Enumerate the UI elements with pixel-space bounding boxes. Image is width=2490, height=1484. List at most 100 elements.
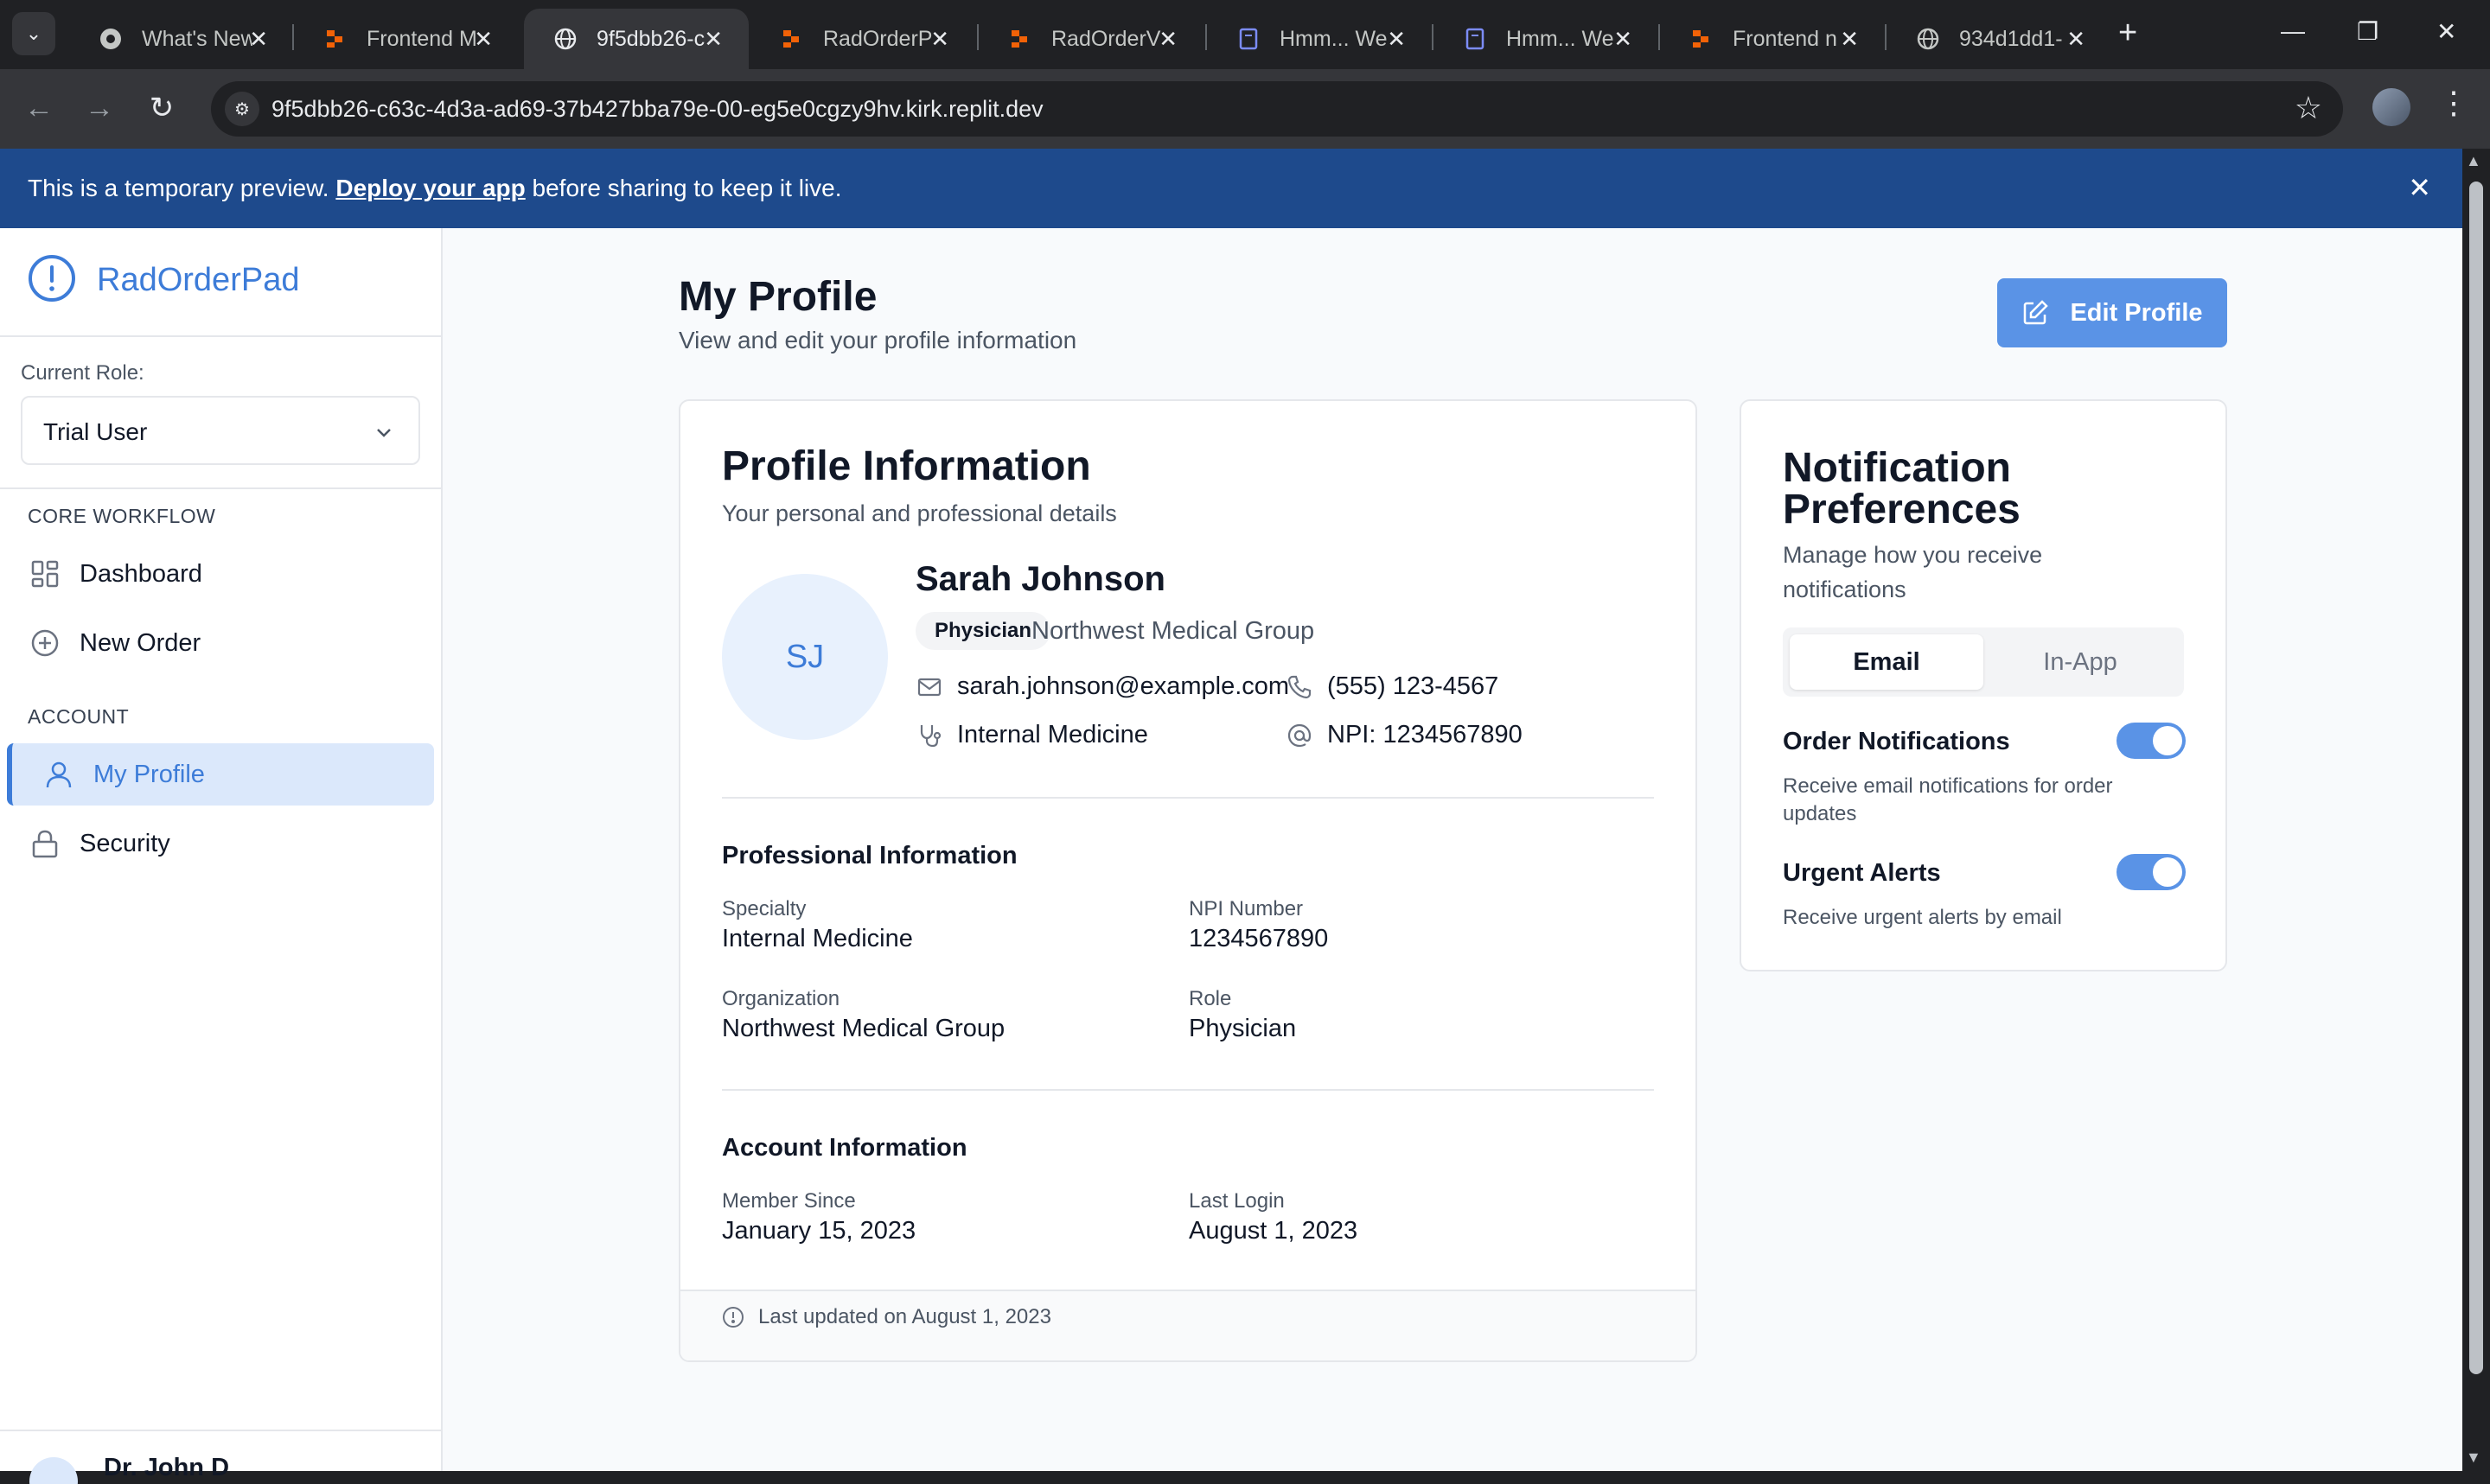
- urgent-alerts-toggle[interactable]: [2116, 854, 2186, 890]
- url-text[interactable]: 9f5dbb26-c63c-4d3a-ad69-37b427bba79e-00-…: [271, 96, 1044, 123]
- role-value: Physician: [1189, 1015, 1297, 1042]
- close-icon[interactable]: ✕: [2066, 26, 2085, 53]
- close-icon[interactable]: ✕: [930, 26, 949, 53]
- email-value: sarah.johnson@example.com: [957, 672, 1290, 700]
- toggle-knob: [2153, 726, 2182, 755]
- close-icon[interactable]: ✕: [2408, 171, 2431, 204]
- profile-organization: Northwest Medical Group: [1031, 617, 1315, 645]
- divider: [0, 487, 441, 489]
- scrollbar-thumb[interactable]: [2469, 182, 2483, 1374]
- role-badge: Physician: [916, 612, 1051, 650]
- role-select-value: Trial User: [43, 418, 148, 445]
- sidebar-item-new-order[interactable]: New Order: [7, 612, 434, 674]
- close-icon[interactable]: ✕: [704, 26, 723, 53]
- scroll-up-arrow-icon[interactable]: ▲: [2466, 152, 2481, 170]
- role-label: Role: [1189, 987, 1232, 1010]
- edit-profile-button[interactable]: Edit Profile: [1997, 278, 2227, 347]
- close-icon[interactable]: ✕: [474, 26, 493, 53]
- organization-value: Northwest Medical Group: [722, 1015, 1006, 1042]
- page-title: My Profile: [679, 274, 878, 320]
- tab-title: RadOrderP: [823, 26, 933, 51]
- bookmark-star-icon[interactable]: ☆: [2295, 90, 2322, 126]
- sidebar-item-security[interactable]: Security: [7, 812, 434, 875]
- window-close-button[interactable]: ✕: [2436, 17, 2456, 46]
- at-sign-icon: [1286, 722, 1313, 749]
- tab-search-button[interactable]: ⌄: [12, 12, 55, 55]
- replit-icon: [323, 27, 348, 51]
- browser-tab-active[interactable]: 9f5dbb26-c ✕: [524, 9, 749, 69]
- banner-text: This is a temporary preview. Deploy your…: [28, 175, 842, 202]
- close-icon[interactable]: ✕: [1613, 26, 1632, 53]
- replit-icon: [1689, 27, 1714, 51]
- tab-title: RadOrderV: [1051, 26, 1161, 51]
- divider: [722, 1089, 1654, 1091]
- browser-tab[interactable]: Hmm... We ✕: [1207, 9, 1432, 69]
- card-title-line1: Notification: [1783, 445, 2011, 491]
- restore-button[interactable]: ❐: [2357, 17, 2378, 46]
- urgent-alerts-title: Urgent Alerts: [1783, 859, 1941, 887]
- tab-title: What's New: [142, 26, 252, 51]
- avatar: [29, 1457, 78, 1484]
- reload-button[interactable]: ↻: [140, 86, 183, 130]
- browser-menu-icon[interactable]: ⋮: [2438, 85, 2469, 121]
- forward-button[interactable]: →: [78, 86, 121, 130]
- sidebar-item-my-profile[interactable]: My Profile: [7, 743, 434, 806]
- profile-name: Sarah Johnson: [916, 560, 1165, 598]
- tab-email[interactable]: Email: [1790, 634, 1983, 690]
- tab-title: Frontend n: [1733, 26, 1837, 51]
- sidebar-item-label: New Order: [80, 628, 201, 657]
- tab-title: Hmm... We: [1280, 26, 1388, 51]
- order-notifications-toggle[interactable]: [2116, 723, 2186, 759]
- phone-value: (555) 123-4567: [1327, 672, 1499, 700]
- new-tab-button[interactable]: +: [2118, 16, 2137, 50]
- sidebar-item-dashboard[interactable]: Dashboard: [7, 543, 434, 605]
- minimize-button[interactable]: —: [2281, 17, 2305, 45]
- deploy-app-link[interactable]: Deploy your app: [335, 175, 525, 201]
- close-icon[interactable]: ✕: [1840, 26, 1859, 53]
- doc-icon: [1236, 27, 1261, 51]
- address-bar[interactable]: ⚙ 9f5dbb26-c63c-4d3a-ad69-37b427bba79e-0…: [211, 81, 2343, 137]
- mail-icon: [916, 673, 943, 701]
- tab-title: Frontend M: [367, 26, 477, 51]
- profile-email: sarah.johnson@example.com: [916, 672, 1289, 701]
- browser-tab[interactable]: Frontend M ✕: [294, 9, 519, 69]
- card-subtitle: Your personal and professional details: [722, 500, 1117, 526]
- profile-phone: (555) 123-4567: [1286, 672, 1498, 701]
- close-icon[interactable]: ✕: [1387, 26, 1406, 53]
- browser-tab[interactable]: RadOrderV ✕: [979, 9, 1204, 69]
- tab-in-app[interactable]: In-App: [1983, 634, 2177, 690]
- close-icon[interactable]: ✕: [1159, 26, 1178, 53]
- role-select[interactable]: Trial User: [21, 396, 420, 465]
- tab-title: 934d1dd1-: [1959, 26, 2063, 51]
- edit-profile-label: Edit Profile: [2070, 298, 2203, 327]
- browser-tab[interactable]: Frontend n ✕: [1660, 9, 1885, 69]
- order-notifications-description: Receive email notifications for order up…: [1783, 774, 2113, 825]
- user-name: Dr. John D: [104, 1454, 230, 1481]
- browser-tab[interactable]: Hmm... We ✕: [1433, 9, 1658, 69]
- user-icon: [43, 759, 74, 790]
- divider: [0, 335, 441, 337]
- browser-tab[interactable]: 934d1dd1- ✕: [1887, 9, 2111, 69]
- divider: [722, 797, 1654, 799]
- stethoscope-icon: [916, 722, 943, 749]
- last-login-value: August 1, 2023: [1189, 1217, 1358, 1245]
- sidebar-user[interactable]: Dr. John D: [0, 1430, 441, 1484]
- brand-logo[interactable]: RadOrderPad: [28, 254, 299, 307]
- last-login-label: Last Login: [1189, 1189, 1285, 1213]
- close-icon[interactable]: ✕: [249, 26, 268, 53]
- back-button[interactable]: ←: [17, 86, 61, 130]
- alert-circle-icon: [28, 254, 76, 307]
- chevron-down-icon: [374, 422, 394, 447]
- info-circle-icon: [722, 1306, 744, 1328]
- scroll-down-arrow-icon[interactable]: ▼: [2466, 1449, 2481, 1467]
- card-footer: Last updated on August 1, 2023: [680, 1290, 1695, 1360]
- preview-banner: This is a temporary preview. Deploy your…: [0, 149, 2462, 228]
- browser-profile-avatar[interactable]: [2372, 88, 2410, 126]
- browser-tab[interactable]: What's New ✕: [69, 9, 294, 69]
- npi-number-value: 1234567890: [1189, 925, 1329, 952]
- member-since-label: Member Since: [722, 1189, 856, 1213]
- globe-icon: [1916, 27, 1940, 51]
- doc-icon: [1463, 27, 1487, 51]
- browser-tab[interactable]: RadOrderP ✕: [750, 9, 975, 69]
- site-settings-icon[interactable]: ⚙: [225, 92, 259, 126]
